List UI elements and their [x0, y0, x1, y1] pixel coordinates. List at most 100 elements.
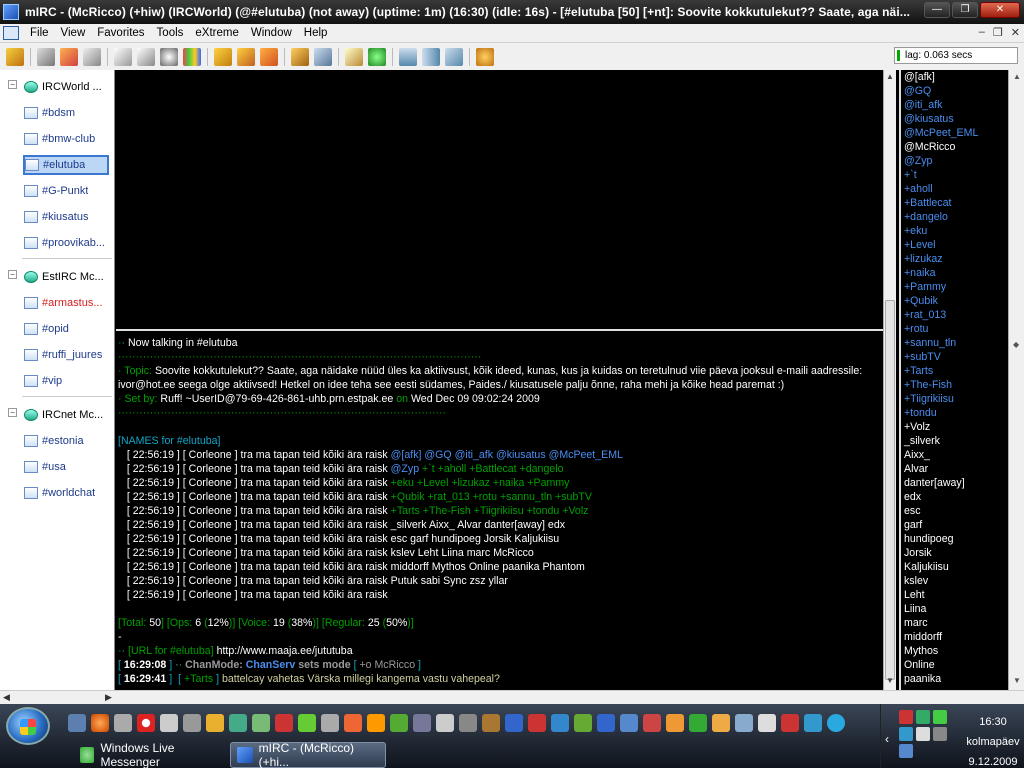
- volume-icon[interactable]: [933, 710, 947, 724]
- scroll-up-icon[interactable]: ▲: [1013, 72, 1021, 81]
- chevron-left-icon[interactable]: ‹: [885, 732, 889, 746]
- app-icon[interactable]: [551, 714, 569, 732]
- nicklist-item[interactable]: +dangelo: [901, 210, 1007, 224]
- app-icon[interactable]: [666, 714, 684, 732]
- names-nick[interactable]: zsz: [470, 575, 486, 587]
- nicklist-item[interactable]: danter[away]: [901, 476, 1007, 490]
- channel-window-icon[interactable]: [3, 26, 19, 40]
- tree-server[interactable]: EstIRC Mc...: [24, 267, 110, 287]
- names-nick[interactable]: @McPeet_EML: [549, 449, 623, 461]
- tray-app-icon[interactable]: [933, 727, 947, 741]
- names-nick[interactable]: hundipoeg: [431, 533, 481, 545]
- app-icon[interactable]: [160, 714, 178, 732]
- names-nick[interactable]: +aholl: [438, 463, 467, 475]
- chat-window[interactable]: ·· Now talking in #elutuba ·············…: [116, 70, 883, 690]
- names-nick[interactable]: +rat_013: [428, 491, 470, 503]
- app-icon[interactable]: [459, 714, 477, 732]
- app-icon[interactable]: [482, 714, 500, 732]
- tray-app-icon[interactable]: [916, 727, 930, 741]
- nicklist-item[interactable]: @GQ: [901, 84, 1007, 98]
- names-nick[interactable]: yllar: [488, 575, 507, 587]
- names-nick[interactable]: middorff: [391, 561, 429, 573]
- channel-url[interactable]: http://www.maaja.ee/jututuba: [217, 645, 353, 657]
- tree-channel[interactable]: #opid: [24, 319, 110, 339]
- nicklist-item[interactable]: +aholl: [901, 182, 1007, 196]
- names-nick[interactable]: +eku: [391, 477, 414, 489]
- nicklist-item[interactable]: @iti_afk: [901, 98, 1007, 112]
- colors-icon[interactable]: [183, 47, 201, 66]
- tray-app-icon[interactable]: [899, 727, 913, 741]
- nicklist-item[interactable]: hundipoeg: [901, 532, 1007, 546]
- mdi-restore-icon[interactable]: ❐: [993, 26, 1003, 39]
- task-windows-live-messenger[interactable]: Windows Live Messenger: [74, 741, 224, 768]
- tile-vertical-icon[interactable]: [422, 47, 440, 66]
- names-nick[interactable]: +Pammy: [527, 477, 569, 489]
- mdi-minimize-icon[interactable]: –: [979, 26, 985, 39]
- nicklist-item[interactable]: Mythos: [901, 644, 1007, 658]
- menu-favorites[interactable]: Favorites: [92, 24, 151, 42]
- names-nick[interactable]: Kaljukiisu: [514, 533, 559, 545]
- tray-app-icon[interactable]: [899, 710, 913, 724]
- ident-icon[interactable]: [368, 47, 386, 66]
- app-icon[interactable]: [390, 714, 408, 732]
- tree-expander-icon[interactable]: −: [8, 270, 17, 279]
- treebar-scrollbar[interactable]: ◀ ▶: [0, 690, 1024, 704]
- dcc-send-icon[interactable]: [214, 47, 232, 66]
- menu-help[interactable]: Help: [299, 24, 335, 42]
- names-nick[interactable]: kslev: [391, 547, 415, 559]
- menu-tools[interactable]: Tools: [152, 24, 191, 42]
- nicklist-item[interactable]: +naika: [901, 266, 1007, 280]
- names-nick[interactable]: +Volz: [562, 505, 588, 517]
- nicklist-item[interactable]: +Level: [901, 238, 1007, 252]
- names-nick[interactable]: paanika: [502, 561, 539, 573]
- nicklist-item[interactable]: +Tiigrikiisu: [901, 392, 1007, 406]
- names-nick[interactable]: +dangelo: [520, 463, 564, 475]
- tree-channel[interactable]: #estonia: [24, 431, 110, 451]
- menu-file[interactable]: File: [25, 24, 56, 42]
- app-icon[interactable]: [252, 714, 270, 732]
- favorites-icon[interactable]: [60, 47, 78, 66]
- names-nick[interactable]: +subTV: [555, 491, 592, 503]
- names-nick[interactable]: Online: [469, 561, 500, 573]
- nicklist-item[interactable]: Aixx_: [901, 448, 1007, 462]
- options-icon[interactable]: [37, 47, 55, 66]
- cascade-icon[interactable]: [445, 47, 463, 66]
- nicklist-item[interactable]: @Zyp: [901, 154, 1007, 168]
- dcc-get-icon[interactable]: [260, 47, 278, 66]
- nicklist-item[interactable]: +Tarts: [901, 364, 1007, 378]
- nicklist-item[interactable]: @McRicco: [901, 140, 1007, 154]
- nicklist-item[interactable]: marc: [901, 616, 1007, 630]
- tree-channel[interactable]: #bdsm: [24, 103, 110, 123]
- nicklist-item[interactable]: +Volz: [901, 420, 1007, 434]
- nicklist-item[interactable]: Liina: [901, 602, 1007, 616]
- notify-icon[interactable]: [291, 47, 309, 66]
- app-icon[interactable]: [298, 714, 316, 732]
- app-icon[interactable]: [413, 714, 431, 732]
- nicklist-item[interactable]: esc: [901, 504, 1007, 518]
- names-nick[interactable]: sabi: [421, 575, 440, 587]
- app-icon[interactable]: [367, 714, 385, 732]
- names-nick[interactable]: _silverk: [391, 519, 427, 531]
- tree-channel[interactable]: #G-Punkt: [24, 181, 110, 201]
- clock[interactable]: 16:30 kolmapäev 9.12.2009: [963, 712, 1023, 768]
- tile-horizontal-icon[interactable]: [399, 47, 417, 66]
- tree-channel[interactable]: #kiusatus: [24, 207, 110, 227]
- nicklist-item[interactable]: Leht: [901, 588, 1007, 602]
- tree-channel[interactable]: #armastus...: [24, 293, 110, 313]
- names-nick[interactable]: +lizukaz: [451, 477, 490, 489]
- app-icon[interactable]: [758, 714, 776, 732]
- nicklist-item[interactable]: _silverk: [901, 434, 1007, 448]
- nicklist-item[interactable]: Alvar: [901, 462, 1007, 476]
- names-nick[interactable]: @kiusatus: [496, 449, 546, 461]
- nicklist-item[interactable]: garf: [901, 518, 1007, 532]
- scroll-up-icon[interactable]: ▲: [886, 72, 894, 81]
- names-nick[interactable]: marc: [467, 547, 491, 559]
- names-nick[interactable]: esc: [391, 533, 408, 545]
- tree-expander-icon[interactable]: −: [8, 80, 17, 89]
- nicklist-item[interactable]: +Qubik: [901, 294, 1007, 308]
- nicklist-item[interactable]: Online: [901, 658, 1007, 672]
- scroll-down-icon[interactable]: ▼: [886, 676, 894, 685]
- names-nick[interactable]: Alvar: [457, 519, 481, 531]
- app-icon[interactable]: [528, 714, 546, 732]
- dcc-chat-icon[interactable]: [237, 47, 255, 66]
